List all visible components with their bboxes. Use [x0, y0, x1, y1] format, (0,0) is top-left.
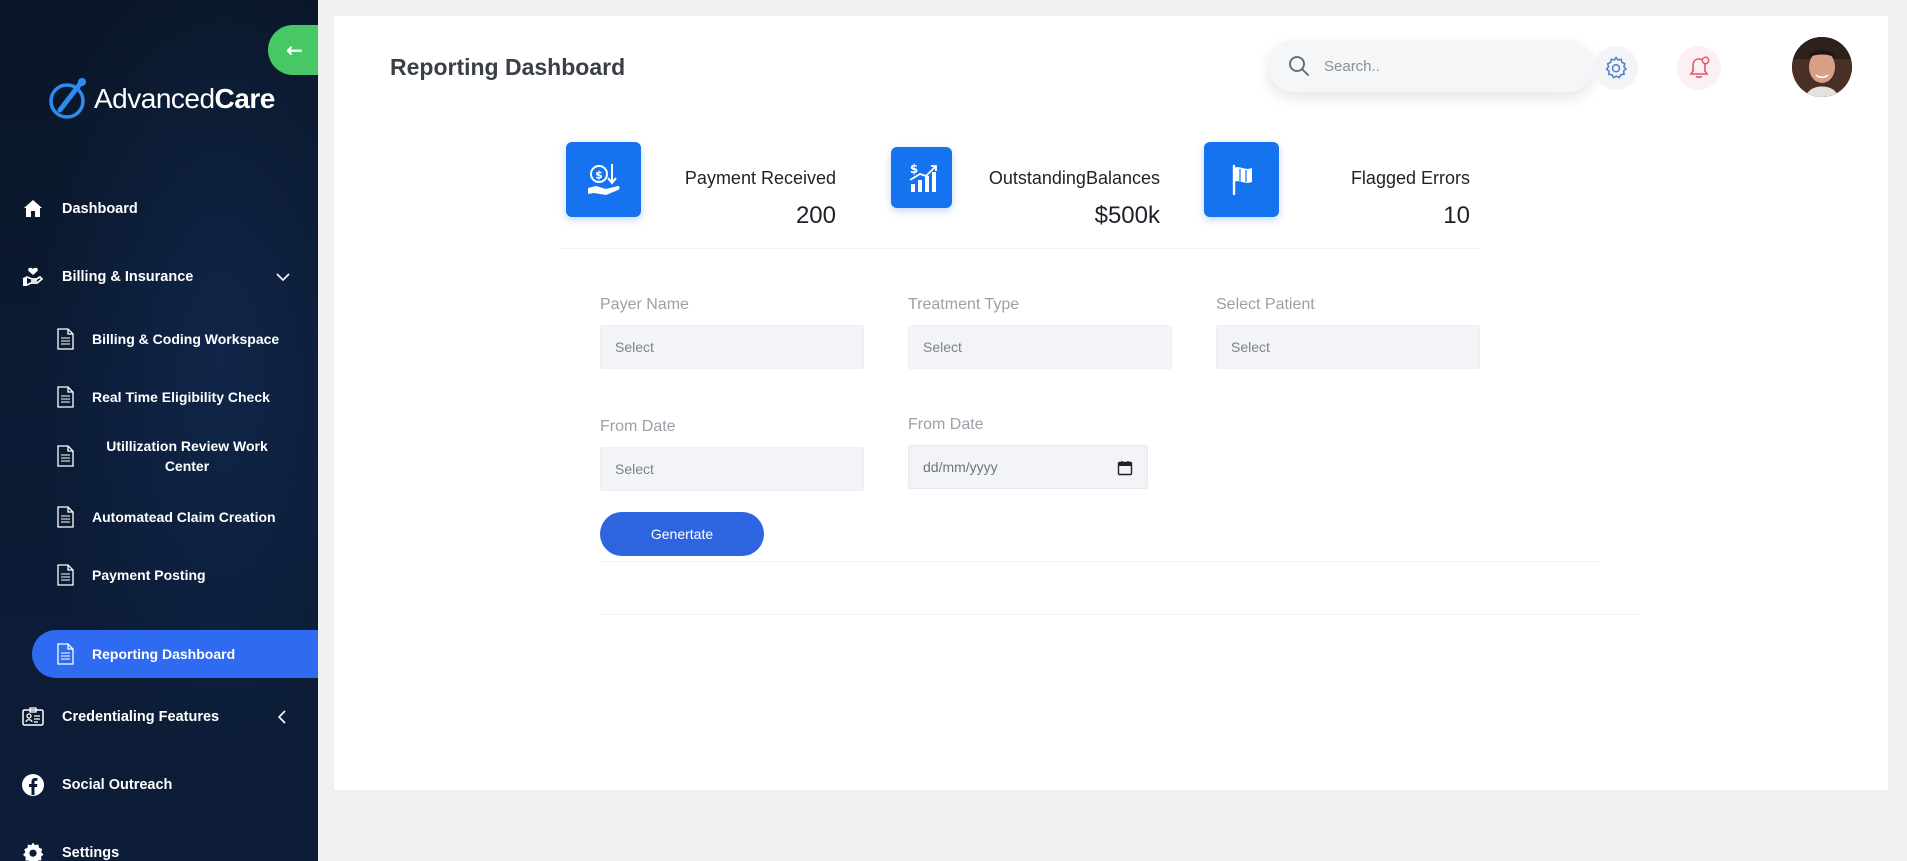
search-box[interactable] [1268, 40, 1594, 92]
sidebar-item-dashboard[interactable]: Dashboard [0, 185, 318, 233]
sidebar-item-label: Automatead Claim Creation [92, 509, 276, 525]
treatment-type-label: Treatment Type [908, 296, 1020, 313]
home-icon [18, 194, 48, 224]
divider [600, 561, 1600, 562]
gear-icon [1605, 56, 1628, 79]
main-content: Reporting Dashboard Search.. $ Payment R… [334, 16, 1888, 790]
id-card-icon [18, 702, 48, 732]
divider [560, 248, 1480, 249]
growth-chart-icon: $ [909, 162, 937, 192]
sidebar-item-social-outreach[interactable]: Social Outreach [0, 761, 318, 809]
select-patient-select[interactable]: Select [1216, 325, 1480, 369]
stat-label-payment-received: Payment Received [684, 168, 836, 188]
sidebar-item-label: Payment Posting [92, 567, 206, 583]
sidebar-item-label: Real Time Eligibility Check [92, 389, 270, 405]
dollar-hand-icon: $ [587, 163, 619, 195]
collapse-sidebar-button[interactable]: ← [268, 25, 318, 75]
divider [600, 614, 1640, 615]
from-date-label: From Date [600, 418, 676, 435]
logo-icon [49, 78, 86, 119]
sidebar-item-label: Reporting Dashboard [92, 646, 236, 662]
brand-logo: AdvancedCare [46, 76, 275, 122]
document-icon [54, 327, 76, 351]
sidebar-item-label: Settings [62, 845, 120, 861]
payment-received-icon-box: $ [566, 142, 641, 217]
sidebar-item-label: Dashboard [62, 201, 138, 217]
stat-value-outstanding-balances: $500k [1094, 202, 1160, 229]
stat-label-flagged-errors: Flagged Errors [1350, 168, 1470, 188]
sidebar-item-label: Credentialing Features [62, 709, 220, 725]
sidebar-item-label: Billing & Insurance [62, 269, 194, 285]
flagged-errors-icon-box [1204, 142, 1279, 217]
stat-value-payment-received: 200 [795, 202, 836, 229]
hand-heart-icon [18, 262, 48, 292]
search-icon [1289, 56, 1309, 76]
document-icon [54, 444, 76, 468]
document-icon [54, 563, 76, 587]
from-date-select[interactable]: Select [600, 447, 864, 491]
from-date-2-label: From Date [908, 416, 984, 433]
document-icon [54, 642, 76, 666]
notifications-button[interactable] [1677, 46, 1721, 90]
document-icon [54, 385, 76, 409]
calendar-icon[interactable] [1117, 460, 1133, 476]
page-title: Reporting Dashboard [390, 54, 626, 80]
sidebar-item-billing-insurance[interactable]: Billing & Insurance [0, 253, 318, 301]
sidebar-item-reporting-dashboard[interactable]: Reporting Dashboard [32, 630, 318, 678]
svg-text:$: $ [909, 162, 917, 176]
sidebar-item-payment-posting[interactable]: Payment Posting [32, 551, 318, 599]
from-date-input[interactable]: dd/mm/yyyy [908, 445, 1148, 489]
select-patient-label: Select Patient [1216, 296, 1315, 313]
sidebar-item-label: Billing & Coding Workspace [92, 331, 280, 347]
sidebar-item-billing-coding-workspace[interactable]: Billing & Coding Workspace [32, 315, 318, 363]
sidebar: ← AdvancedCare Dashboard Billing & Insur… [0, 0, 318, 861]
sidebar-item-utilization-review[interactable]: Utillization Review Work Center [32, 432, 318, 480]
avatar[interactable] [1792, 37, 1852, 97]
sidebar-item-settings[interactable]: Settings [0, 829, 318, 861]
flag-icon [1232, 164, 1252, 195]
date-placeholder: dd/mm/yyyy [923, 459, 998, 475]
payer-name-select[interactable]: Select [600, 325, 864, 369]
stat-label-outstanding-balances: OutstandingBalances [988, 168, 1160, 188]
sidebar-item-real-time-eligibility-check[interactable]: Real Time Eligibility Check [32, 373, 318, 421]
outstanding-balances-icon-box: $ [891, 147, 952, 208]
sidebar-item-label: Utillization Review Work Center [106, 438, 268, 474]
bell-icon [1689, 56, 1710, 78]
treatment-type-select[interactable]: Select [908, 325, 1172, 369]
generate-button[interactable]: Genertate [600, 512, 764, 556]
arrow-left-icon: ← [286, 38, 303, 62]
search-input[interactable] [1324, 57, 1564, 75]
facebook-icon [18, 770, 48, 800]
settings-button[interactable] [1594, 46, 1638, 90]
sidebar-item-label: Social Outreach [62, 777, 173, 793]
stat-value-flagged-errors: 10 [1443, 202, 1470, 229]
brand-name: AdvancedCare [94, 83, 275, 114]
user-avatar-icon [1792, 37, 1852, 97]
sidebar-item-credentialing-features[interactable]: Credentialing Features [0, 693, 318, 741]
chevron-left-icon [277, 710, 286, 724]
chevron-down-icon [276, 273, 290, 282]
sidebar-item-automated-claim-creation[interactable]: Automatead Claim Creation [32, 493, 318, 541]
svg-text:$: $ [595, 168, 603, 181]
payer-name-label: Payer Name [600, 296, 689, 313]
document-icon [54, 505, 76, 529]
gear-icon [18, 838, 48, 861]
